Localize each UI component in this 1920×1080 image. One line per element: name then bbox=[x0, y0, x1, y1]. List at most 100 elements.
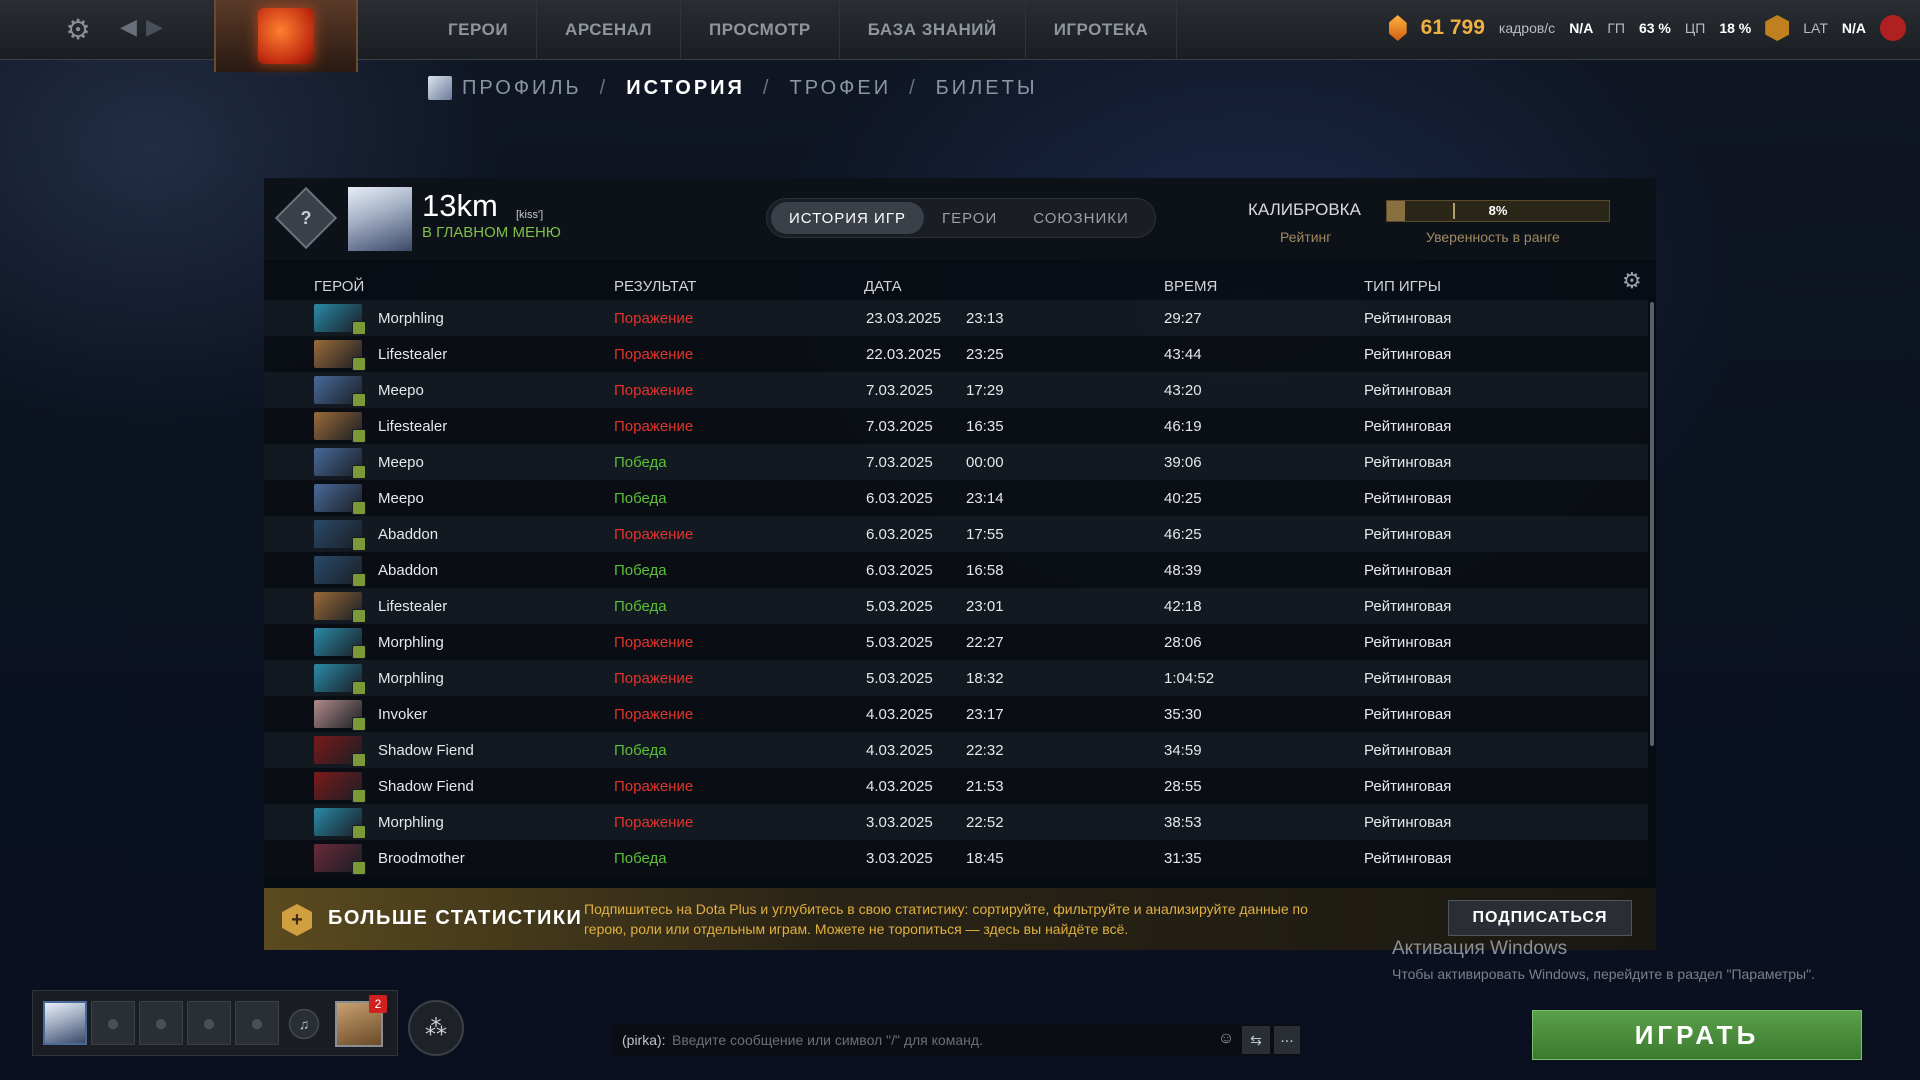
table-row[interactable]: Meepo Поражение 7.03.2025 17:29 43:20 Рейтинг… bbox=[264, 372, 1648, 408]
player-avatar[interactable] bbox=[348, 187, 412, 251]
history-tabs: ИСТОРИЯ ИГР ГЕРОИ СОЮЗНИКИ bbox=[766, 198, 1156, 238]
plus-description: Подпишитесь на Dota Plus и углубитесь в … bbox=[584, 901, 1308, 937]
forward-arrow-icon[interactable]: ▶ bbox=[146, 14, 163, 40]
header-duration[interactable]: ВРЕМЯ bbox=[1164, 278, 1217, 295]
cell-date: 7.03.2025 bbox=[866, 454, 933, 471]
party-slot-empty[interactable]: ● bbox=[139, 1001, 183, 1045]
cell-hero: Abaddon bbox=[378, 562, 439, 579]
person-icon: ● bbox=[105, 1010, 121, 1037]
player-name: 13km bbox=[422, 188, 498, 223]
subnav-profile[interactable]: ПРОФИЛЬ bbox=[462, 77, 582, 100]
cell-duration: 1:04:52 bbox=[1164, 670, 1215, 687]
chat-channel[interactable]: (pirka): bbox=[622, 1032, 666, 1048]
cell-duration: 34:59 bbox=[1164, 742, 1202, 759]
table-row[interactable]: Morphling Поражение 5.03.2025 18:32 1:04:52 Р… bbox=[264, 660, 1648, 696]
notification-icon[interactable] bbox=[1880, 15, 1906, 41]
table-row[interactable]: Lifestealer Победа 5.03.2025 23:01 42:18 Рейт… bbox=[264, 588, 1648, 624]
back-arrow-icon[interactable]: ◀ bbox=[120, 14, 137, 40]
table-row[interactable]: Invoker Поражение 4.03.2025 23:17 35:30 Рейти… bbox=[264, 696, 1648, 732]
shards-icon[interactable] bbox=[1388, 15, 1407, 41]
cell-result: Победа bbox=[614, 562, 667, 579]
cell-hero: Lifestealer bbox=[378, 418, 448, 435]
chat-wheel-icon[interactable]: ⇆ bbox=[1242, 1026, 1270, 1054]
play-button[interactable]: ИГРАТЬ bbox=[1532, 1010, 1862, 1060]
dota-logo-button[interactable] bbox=[214, 0, 358, 72]
table-row[interactable]: Meepo Победа 7.03.2025 00:00 39:06 Рейтингова… bbox=[264, 444, 1648, 480]
cell-time: 21:53 bbox=[966, 778, 1004, 795]
tab-match-history[interactable]: ИСТОРИЯ ИГР bbox=[771, 202, 924, 234]
gpu-value: 63 % bbox=[1638, 20, 1671, 36]
gpu-label: ГП bbox=[1607, 20, 1625, 36]
hero-role-icon bbox=[352, 789, 366, 803]
tab-heroes[interactable]: ГЕРОИ bbox=[924, 202, 1015, 234]
tab-allies[interactable]: СОЮЗНИКИ bbox=[1015, 202, 1147, 234]
table-row[interactable]: Shadow Fiend Поражение 4.03.2025 21:53 28:55… bbox=[264, 768, 1648, 804]
scrollbar[interactable] bbox=[1650, 302, 1654, 746]
person-icon: ● bbox=[153, 1010, 169, 1037]
header-game-type[interactable]: ТИП ИГРЫ bbox=[1364, 278, 1441, 295]
player-status: В ГЛАВНОМ МЕНЮ bbox=[422, 224, 561, 241]
subscribe-button[interactable]: ПОДПИСАТЬСЯ bbox=[1448, 900, 1632, 936]
table-row[interactable]: Meepo Победа 6.03.2025 23:14 40:25 Рейтингова… bbox=[264, 480, 1648, 516]
table-row[interactable]: Broodmother Победа 3.03.2025 18:45 31:35 Рейт… bbox=[264, 840, 1648, 876]
table-settings-gear-icon[interactable]: ⚙ bbox=[1622, 268, 1642, 294]
subnav-tickets[interactable]: БИЛЕТЫ bbox=[936, 77, 1038, 100]
cell-time: 23:25 bbox=[966, 346, 1004, 363]
battle-level-icon[interactable] bbox=[1765, 15, 1790, 41]
settings-gear-icon[interactable]: ⚙ bbox=[62, 14, 94, 46]
party-slot-me[interactable] bbox=[43, 1001, 87, 1045]
cell-result: Поражение bbox=[614, 778, 694, 795]
chat-input[interactable] bbox=[672, 1028, 1212, 1052]
cell-date: 3.03.2025 bbox=[866, 814, 933, 831]
nav-armory[interactable]: АРСЕНАЛ bbox=[537, 0, 682, 60]
table-row[interactable]: Morphling Поражение 5.03.2025 22:27 28:06 Рей… bbox=[264, 624, 1648, 660]
chat-more-button[interactable]: ... bbox=[1274, 1026, 1300, 1054]
nav-watch[interactable]: ПРОСМОТР bbox=[681, 0, 840, 60]
party-slot-empty[interactable]: ● bbox=[235, 1001, 279, 1045]
cell-result: Победа bbox=[614, 742, 667, 759]
cell-time: 22:27 bbox=[966, 634, 1004, 651]
cell-duration: 35:30 bbox=[1164, 706, 1202, 723]
table-row[interactable]: Lifestealer Поражение 22.03.2025 23:25 43:44… bbox=[264, 336, 1648, 372]
group-finder-icon[interactable]: ⁂ bbox=[408, 1000, 464, 1056]
match-history-panel: ? 13km [kiss'] В ГЛАВНОМ МЕНЮ ИСТОРИЯ ИГ… bbox=[264, 178, 1656, 950]
voice-chat-icon[interactable]: ♫ bbox=[289, 1009, 319, 1039]
plus-title: БОЛЬШЕ СТАТИСТИКИ bbox=[328, 907, 583, 929]
cell-date: 23.03.2025 bbox=[866, 310, 942, 327]
cell-duration: 42:18 bbox=[1164, 598, 1202, 615]
table-row[interactable]: Morphling Поражение 3.03.2025 22:52 38:53 Рей… bbox=[264, 804, 1648, 840]
emoji-icon[interactable]: ☺ bbox=[1216, 1030, 1236, 1050]
table-row[interactable]: Abaddon Поражение 6.03.2025 17:55 46:25 Рейти… bbox=[264, 516, 1648, 552]
nav-learn[interactable]: БАЗА ЗНАНИЙ bbox=[840, 0, 1026, 60]
hero-role-icon bbox=[352, 609, 366, 623]
table-row[interactable]: Morphling Поражение 23.03.2025 23:13 29:27 Ре… bbox=[264, 300, 1648, 336]
party-slot-empty[interactable]: ● bbox=[91, 1001, 135, 1045]
profile-subnav: ПРОФИЛЬ / ИСТОРИЯ / ТРОФЕИ / БИЛЕТЫ bbox=[428, 74, 1038, 102]
party-slot-empty[interactable]: ● bbox=[187, 1001, 231, 1045]
cpu-value: 18 % bbox=[1719, 20, 1752, 36]
cell-result: Поражение bbox=[614, 310, 694, 327]
guild-tag: [kiss'] bbox=[516, 209, 544, 221]
cell-date: 4.03.2025 bbox=[866, 706, 933, 723]
table-row[interactable]: Abaddon Победа 6.03.2025 16:58 48:39 Рейтинго… bbox=[264, 552, 1648, 588]
cell-time: 00:00 bbox=[966, 454, 1004, 471]
cell-duration: 28:55 bbox=[1164, 778, 1202, 795]
match-rows: Morphling Поражение 23.03.2025 23:13 29:27 Ре… bbox=[264, 300, 1648, 876]
shards-count[interactable]: 61 799 bbox=[1421, 16, 1485, 40]
cell-time: 22:32 bbox=[966, 742, 1004, 759]
rank-unknown-icon: ? bbox=[300, 207, 312, 228]
cpu-label: ЦП bbox=[1684, 20, 1706, 36]
subnav-history[interactable]: ИСТОРИЯ bbox=[626, 77, 745, 100]
header-hero[interactable]: ГЕРОЙ bbox=[314, 278, 364, 295]
header-result[interactable]: РЕЗУЛЬТАТ bbox=[614, 278, 696, 295]
cell-result: Победа bbox=[614, 850, 667, 867]
nav-arcade[interactable]: ИГРОТЕКА bbox=[1026, 0, 1178, 60]
header-date[interactable]: ДАТА bbox=[864, 278, 902, 295]
cell-duration: 40:25 bbox=[1164, 490, 1202, 507]
table-row[interactable]: Lifestealer Поражение 7.03.2025 16:35 46:19 Р… bbox=[264, 408, 1648, 444]
status-area: 61 799 кадров/с N/A ГП 63 % ЦП 18 % LAT … bbox=[1388, 0, 1906, 56]
subnav-trophies[interactable]: ТРОФЕИ bbox=[789, 77, 891, 100]
table-row[interactable]: Shadow Fiend Победа 4.03.2025 22:32 34:59 Рей… bbox=[264, 732, 1648, 768]
nav-heroes[interactable]: ГЕРОИ bbox=[420, 0, 538, 60]
cell-result: Поражение bbox=[614, 418, 694, 435]
